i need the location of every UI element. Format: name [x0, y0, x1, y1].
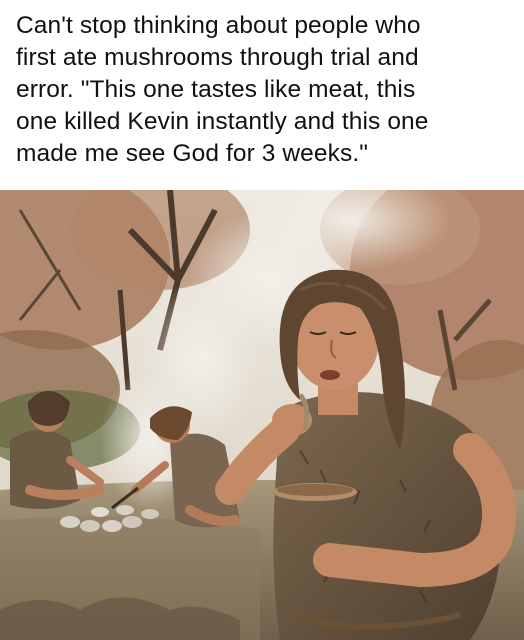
- prehistoric-scene-illustration: [0, 190, 524, 640]
- caption-line-5: made me see God for 3 weeks.": [16, 140, 369, 167]
- caption-line-1: Can't stop thinking about people who: [16, 12, 421, 39]
- meme-caption: Can't stop thinking about people who fir…: [16, 10, 512, 170]
- caption-line-4: one killed Kevin instantly and this one: [16, 108, 429, 135]
- meme-photo: [0, 190, 524, 640]
- caption-line-3: error. "This one tastes like meat, this: [16, 76, 416, 103]
- meme-post: Can't stop thinking about people who fir…: [0, 0, 524, 640]
- mouth: [320, 370, 340, 380]
- caption-line-2: first ate mushrooms through trial and: [16, 44, 419, 71]
